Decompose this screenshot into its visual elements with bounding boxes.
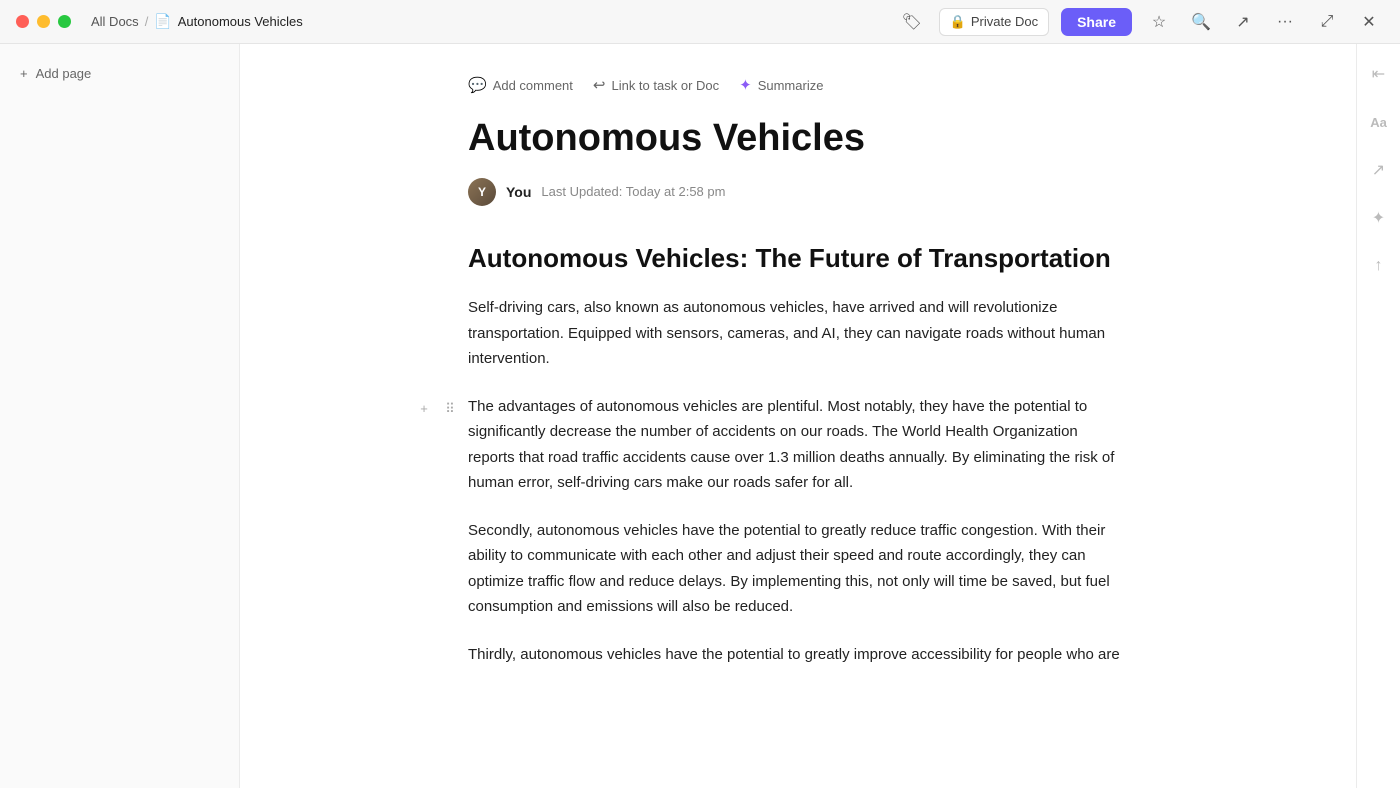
private-doc-button[interactable]: 🔒 Private Doc [939,8,1049,36]
doc-paragraph-3: Secondly, autonomous vehicles have the p… [468,518,1128,620]
lock-icon: 🔒 [950,14,966,30]
doc-paragraph-1: Self-driving cars, also known as autonom… [468,295,1128,372]
star-icon-button[interactable]: ☆ [1144,7,1174,37]
main-layout: + Add page 💬 Add comment ↩ Link to task … [0,44,1400,788]
summarize-button[interactable]: ✦ Summarize [739,74,823,96]
breadcrumb-separator: / [145,14,149,29]
maximize-button[interactable] [58,15,71,28]
doc-paragraph-2[interactable]: The advantages of autonomous vehicles ar… [468,394,1128,496]
titlebar-right: 🏷 🔒 Private Doc Share ☆ 🔍 ↗ ··· ⤢ ✕ [897,7,1384,37]
traffic-lights [16,15,71,28]
doc-heading: Autonomous Vehicles: The Future of Trans… [468,242,1128,276]
drag-block-button[interactable]: ⠿ [439,398,461,420]
add-page-icon: + [20,66,28,81]
right-sidebar: ⇤ Aa ↗ ✦ ↑ [1356,44,1400,788]
sidebar: + Add page [0,44,240,788]
add-page-button[interactable]: + Add page [12,60,227,87]
add-comment-label: Add comment [493,78,573,93]
doc-icon: 📄 [154,13,171,30]
link-to-task-label: Link to task or Doc [611,78,719,93]
sparkle-sidebar-icon[interactable]: ✦ [1365,204,1393,232]
share-sidebar-icon[interactable]: ↗ [1365,156,1393,184]
author-row: Y You Last Updated: Today at 2:58 pm [468,178,1128,206]
font-size-icon[interactable]: Aa [1365,108,1393,136]
content-area: 💬 Add comment ↩ Link to task or Doc ✦ Su… [240,44,1356,788]
summarize-icon: ✦ [739,76,752,94]
private-doc-label: Private Doc [971,14,1038,29]
doc-toolbar: 💬 Add comment ↩ Link to task or Doc ✦ Su… [468,74,1128,96]
upload-sidebar-icon[interactable]: ↑ [1365,252,1393,280]
last-updated: Last Updated: Today at 2:58 pm [541,184,725,199]
link-to-task-button[interactable]: ↩ Link to task or Doc [593,74,719,96]
doc-paragraph-4: Thirdly, autonomous vehicles have the po… [468,642,1128,668]
breadcrumb-current-doc: Autonomous Vehicles [178,14,303,29]
expand-icon-button[interactable]: ⤢ [1312,7,1342,37]
author-name: You [506,184,531,200]
block-controls: + ⠿ [413,398,461,420]
link-icon: ↩ [593,76,606,94]
add-block-button[interactable]: + [413,398,435,420]
sidebar-collapse-icon[interactable]: ⇤ [1365,60,1393,88]
breadcrumb-all-docs[interactable]: All Docs [91,14,139,29]
breadcrumb: All Docs / 📄 Autonomous Vehicles [91,13,303,30]
close-button[interactable] [16,15,29,28]
add-comment-button[interactable]: 💬 Add comment [468,74,573,96]
add-page-label: Add page [36,66,92,81]
close-icon-button[interactable]: ✕ [1354,7,1384,37]
comment-icon: 💬 [468,76,487,94]
summarize-label: Summarize [758,78,824,93]
avatar: Y [468,178,496,206]
more-options-button[interactable]: ··· [1270,7,1300,37]
minimize-button[interactable] [37,15,50,28]
tag-icon-button[interactable]: 🏷 [897,7,927,37]
search-icon-button[interactable]: 🔍 [1186,7,1216,37]
share-button[interactable]: Share [1061,8,1132,36]
doc-block-2: + ⠿ The advantages of autonomous vehicle… [468,394,1128,496]
titlebar: All Docs / 📄 Autonomous Vehicles 🏷 🔒 Pri… [0,0,1400,44]
export-icon-button[interactable]: ↗ [1228,7,1258,37]
doc-content: 💬 Add comment ↩ Link to task or Doc ✦ Su… [408,44,1188,749]
doc-title: Autonomous Vehicles [468,116,1128,162]
